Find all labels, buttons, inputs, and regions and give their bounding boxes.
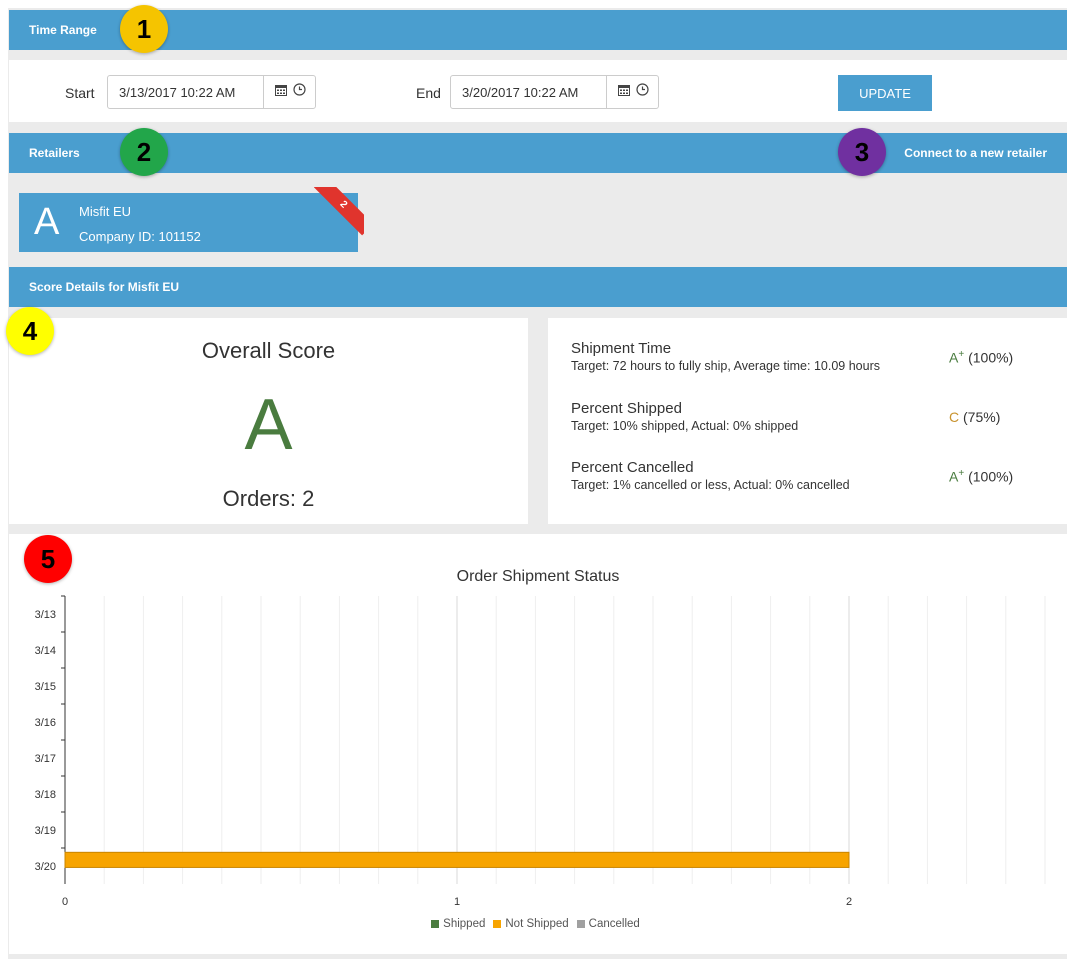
- order-count-ribbon: 2: [314, 187, 364, 237]
- overall-score-grade: A: [244, 385, 293, 465]
- legend-item-cancelled[interactable]: Cancelled: [576, 918, 640, 930]
- criterion-name: Percent Cancelled: [571, 459, 694, 476]
- criterion-percent-cancelled: Percent Cancelled Target: 1% cancelled o…: [571, 459, 850, 492]
- clock-icon[interactable]: [293, 83, 306, 101]
- grade-percent: (75%): [963, 409, 1001, 425]
- time-range-title: Time Range: [29, 23, 97, 37]
- calendar-icon[interactable]: [618, 83, 630, 101]
- grade-percent: (100%): [968, 468, 1014, 485]
- criterion-desc: Target: 1% cancelled or less, Actual: 0%…: [571, 478, 850, 492]
- criterion-grade: C (75%): [949, 409, 1000, 425]
- criterion-grade: A+ (100%): [949, 468, 1013, 485]
- callout-badge-4: 4: [6, 307, 54, 355]
- legend-swatch: [493, 920, 502, 928]
- criterion-desc: Target: 72 hours to fully ship, Average …: [571, 359, 880, 373]
- retailer-grade-letter: A: [34, 201, 60, 243]
- legend-label: Shipped: [443, 918, 486, 930]
- start-datetime-input[interactable]: 3/13/2017 10:22 AM: [107, 75, 316, 109]
- retailers-title: Retailers: [29, 146, 80, 160]
- callout-badge-5: 5: [24, 535, 72, 583]
- grade-sup: +: [958, 468, 965, 479]
- criterion-name: Shipment Time: [571, 340, 672, 357]
- criterion-grade: A+ (100%): [949, 349, 1013, 366]
- score-details-title: Score Details for Misfit EU: [29, 280, 180, 294]
- retailer-card[interactable]: A Misfit EU Company ID: 101152 2: [19, 187, 364, 252]
- criterion-shipment-time: Shipment Time Target: 72 hours to fully …: [571, 340, 880, 373]
- retailer-company-id: Company ID: 101152: [79, 229, 201, 244]
- grade-letter: A: [949, 349, 959, 366]
- ribbon-count: 2: [314, 187, 364, 236]
- criterion-percent-shipped: Percent Shipped Target: 10% shipped, Act…: [571, 400, 798, 433]
- calendar-icon[interactable]: [275, 83, 287, 101]
- grade-letter: C: [949, 409, 960, 425]
- end-value[interactable]: 3/20/2017 10:22 AM: [451, 85, 606, 100]
- clock-icon[interactable]: [636, 83, 649, 101]
- callout-badge-1: 1: [120, 5, 168, 53]
- start-value[interactable]: 3/13/2017 10:22 AM: [108, 85, 263, 100]
- connect-retailer-link[interactable]: Connect to a new retailer: [904, 146, 1047, 160]
- legend-swatch: [576, 920, 585, 928]
- score-details-header: Score Details for Misfit EU: [9, 267, 1067, 307]
- criterion-name: Percent Shipped: [571, 400, 682, 417]
- legend-swatch: [431, 920, 440, 928]
- callout-badge-3: 3: [838, 128, 886, 176]
- update-button[interactable]: UPDATE: [838, 75, 932, 111]
- grade-letter: A: [949, 468, 959, 485]
- order-shipment-chart-panel: [9, 534, 1067, 954]
- callout-badge-2: 2: [120, 128, 168, 176]
- end-datetime-input[interactable]: 3/20/2017 10:22 AM: [450, 75, 659, 109]
- orders-count: Orders: 2: [222, 486, 315, 511]
- overall-score-title: Overall Score: [201, 338, 336, 363]
- legend-label: Not Shipped: [505, 918, 569, 930]
- grade-sup: +: [958, 349, 965, 360]
- retailer-name: Misfit EU: [79, 204, 131, 219]
- start-label: Start: [65, 85, 95, 101]
- legend-item-not-shipped[interactable]: Not Shipped: [493, 918, 569, 930]
- criterion-desc: Target: 10% shipped, Actual: 0% shipped: [571, 419, 799, 433]
- chart-legend: Shipped Not Shipped Cancelled: [0, 918, 1071, 930]
- grade-percent: (100%): [968, 349, 1014, 366]
- legend-item-shipped[interactable]: Shipped: [431, 918, 485, 930]
- overall-score-panel: Overall Score A Orders: 2: [9, 318, 528, 524]
- legend-label: Cancelled: [588, 918, 640, 930]
- end-label: End: [416, 85, 441, 101]
